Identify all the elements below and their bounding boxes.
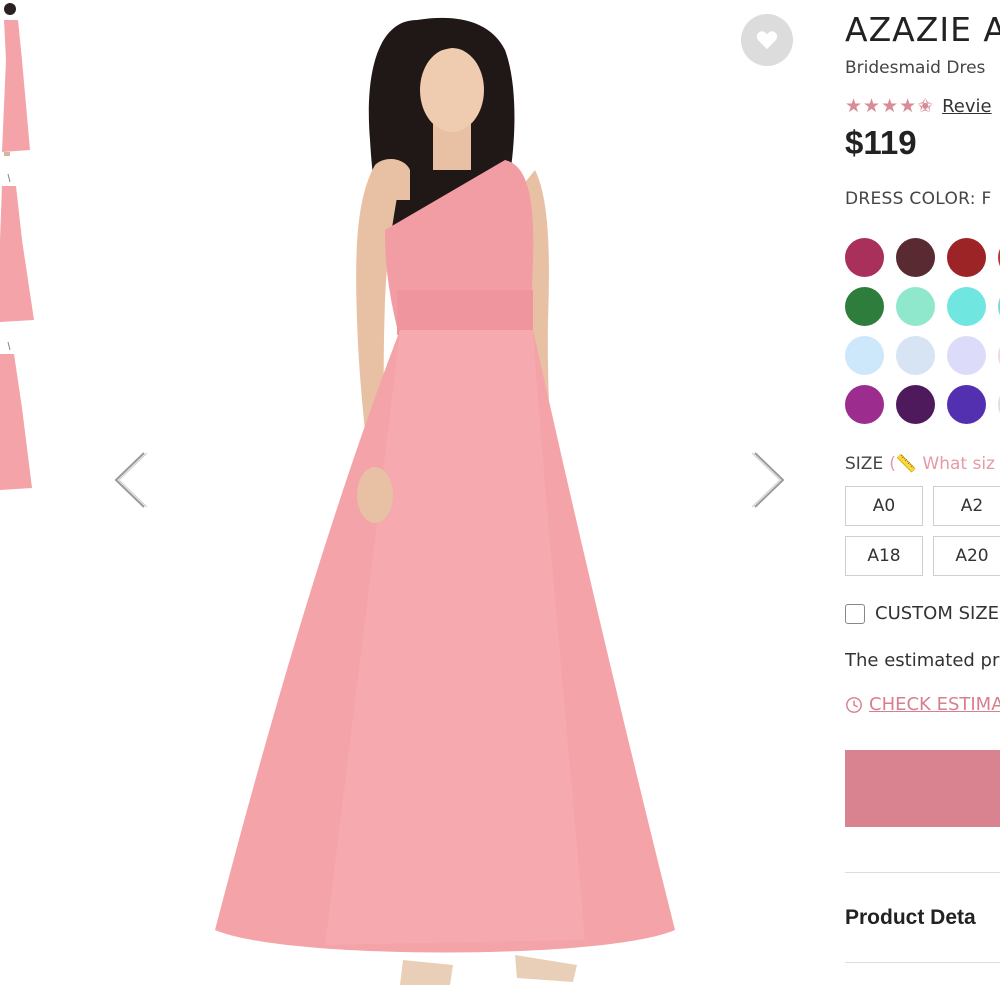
color-swatch-1[interactable] [845, 238, 884, 277]
color-swatch-3[interactable] [947, 238, 986, 277]
size-option-a20[interactable]: A20 [933, 536, 1000, 576]
thumbnail-3[interactable] [0, 338, 40, 493]
product-category: Bridesmaid Dres [845, 58, 986, 78]
size-label: SIZE [845, 454, 884, 474]
star-half-icon: ✬ [917, 95, 934, 117]
color-swatch-11[interactable] [947, 336, 986, 375]
clock-icon [846, 696, 862, 713]
size-label-row: SIZE (📏 What siz [845, 454, 995, 474]
rating: ★ ★ ★ ★ ✬ Revie [845, 95, 992, 117]
product-info-panel: AZAZIE A Bridesmaid Dres ★ ★ ★ ★ ✬ Revie… [845, 0, 1000, 1000]
next-image-button[interactable] [745, 445, 789, 515]
color-swatch-13[interactable] [845, 385, 884, 424]
chevron-left-icon [114, 452, 148, 508]
dress-color-label: DRESS COLOR: F [845, 189, 992, 209]
check-estimate-label: CHECK ESTIMA [869, 694, 1000, 715]
color-swatch-14[interactable] [896, 385, 935, 424]
product-price: $119 [845, 124, 917, 161]
color-swatch-2[interactable] [896, 238, 935, 277]
custom-size-row: CUSTOM SIZE [845, 603, 999, 624]
size-option-a0[interactable]: A0 [845, 486, 923, 526]
custom-size-label: CUSTOM SIZE [875, 603, 1000, 624]
color-swatch-15[interactable] [947, 385, 986, 424]
color-swatch-6[interactable] [896, 287, 935, 326]
divider [845, 962, 1000, 963]
color-swatch-5[interactable] [845, 287, 884, 326]
chevron-right-icon [751, 452, 785, 508]
color-swatch-7[interactable] [947, 287, 986, 326]
size-guide-link[interactable]: (📏 What siz [889, 454, 995, 474]
product-details-toggle[interactable]: Product Deta [845, 906, 976, 930]
thumbnail-1[interactable] [0, 0, 40, 160]
star-full-icon: ★ [845, 95, 863, 117]
star-full-icon: ★ [881, 95, 899, 117]
check-estimate-link[interactable]: CHECK ESTIMA [845, 694, 1000, 715]
custom-size-checkbox[interactable] [845, 603, 865, 624]
product-title: AZAZIE A [845, 10, 1000, 49]
add-to-bag-button[interactable] [845, 750, 1000, 827]
previous-image-button[interactable] [110, 445, 154, 515]
thumbnail-2[interactable] [0, 170, 40, 325]
color-swatch-10[interactable] [896, 336, 935, 375]
star-full-icon: ★ [863, 95, 881, 117]
star-full-icon: ★ [899, 95, 917, 117]
product-main-image [205, 0, 685, 1000]
size-option-a2[interactable]: A2 [933, 486, 1000, 526]
model-in-dress-illustration [215, 17, 675, 985]
favorite-button[interactable] [741, 14, 793, 66]
size-option-a18[interactable]: A18 [845, 536, 923, 576]
divider [845, 872, 1000, 873]
color-swatch-9[interactable] [845, 336, 884, 375]
reviews-link[interactable]: Revie [942, 96, 992, 117]
heart-icon [756, 31, 778, 50]
estimate-text: The estimated pr [845, 650, 1000, 671]
